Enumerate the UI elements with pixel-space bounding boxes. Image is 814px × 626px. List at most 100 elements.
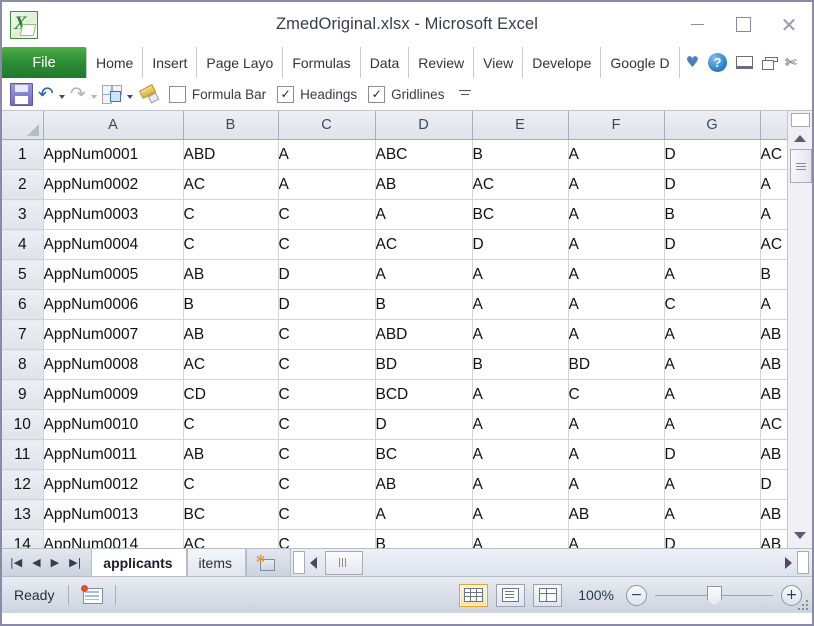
cell-a9[interactable]: AppNum0009 (43, 380, 183, 410)
cell-f1[interactable]: A (568, 140, 664, 170)
cell-e6[interactable]: A (472, 290, 568, 320)
tab-home[interactable]: Home (86, 47, 143, 78)
undo-icon[interactable]: ↶ (38, 85, 54, 104)
cell-b3[interactable]: C (183, 200, 278, 230)
resize-grip-icon[interactable] (798, 600, 810, 612)
zoom-slider-track[interactable] (655, 595, 773, 596)
zoom-out-button[interactable]: − (626, 585, 647, 606)
cell-d5[interactable]: A (375, 260, 472, 290)
column-header-b[interactable]: B (183, 111, 278, 140)
sheet-tab-items[interactable]: items (187, 549, 246, 576)
vertical-scroll-thumb[interactable] (790, 149, 812, 183)
cell-f8[interactable]: BD (568, 350, 664, 380)
redo-icon[interactable]: ↷ (70, 85, 86, 104)
row-header[interactable]: 12 (2, 470, 43, 500)
headings-checkbox-box[interactable]: ✓ (277, 86, 294, 103)
cell-d10[interactable]: D (375, 410, 472, 440)
cell-a3[interactable]: AppNum0003 (43, 200, 183, 230)
cell-e4[interactable]: D (472, 230, 568, 260)
tab-developer[interactable]: Develope (523, 47, 601, 78)
cell-c6[interactable]: D (278, 290, 375, 320)
cell-d6[interactable]: B (375, 290, 472, 320)
cell-c2[interactable]: A (278, 170, 375, 200)
cell-e1[interactable]: B (472, 140, 568, 170)
cell-b2[interactable]: AC (183, 170, 278, 200)
row-header[interactable]: 7 (2, 320, 43, 350)
split-box-horizontal[interactable] (797, 551, 809, 574)
cell-f10[interactable]: A (568, 410, 664, 440)
cell-f12[interactable]: A (568, 470, 664, 500)
sheet-view-icon[interactable] (102, 85, 122, 103)
tab-view[interactable]: View (474, 47, 523, 78)
cell-f13[interactable]: AB (568, 500, 664, 530)
cell-d3[interactable]: A (375, 200, 472, 230)
cell-g12[interactable]: A (664, 470, 760, 500)
heart-icon[interactable]: ♥ (686, 55, 699, 70)
horizontal-scrollbar[interactable] (290, 549, 812, 576)
gridlines-checkbox-box[interactable]: ✓ (368, 86, 385, 103)
cell-a10[interactable]: AppNum0010 (43, 410, 183, 440)
select-all-corner[interactable] (2, 111, 43, 140)
nav-prev-sheet-icon[interactable]: ◀ (32, 557, 40, 568)
redo-dropdown-icon[interactable] (91, 95, 97, 99)
column-header-a[interactable]: A (43, 111, 183, 140)
cell-c4[interactable]: C (278, 230, 375, 260)
cell-c3[interactable]: C (278, 200, 375, 230)
zoom-slider-thumb[interactable] (707, 586, 722, 606)
row-header[interactable]: 14 (2, 530, 43, 549)
cell-b7[interactable]: AB (183, 320, 278, 350)
cell-b10[interactable]: C (183, 410, 278, 440)
cell-b14[interactable]: AC (183, 530, 278, 549)
column-header-c[interactable]: C (278, 111, 375, 140)
scroll-down-button[interactable] (791, 526, 809, 544)
row-header[interactable]: 4 (2, 230, 43, 260)
cell-f3[interactable]: A (568, 200, 664, 230)
cell-a14[interactable]: AppNum0014 (43, 530, 183, 549)
cell-c11[interactable]: C (278, 440, 375, 470)
help-icon[interactable]: ? (708, 53, 727, 72)
cell-b8[interactable]: AC (183, 350, 278, 380)
cell-d2[interactable]: AB (375, 170, 472, 200)
row-header[interactable]: 13 (2, 500, 43, 530)
split-box-vertical[interactable] (791, 113, 810, 127)
cell-f2[interactable]: A (568, 170, 664, 200)
tab-data[interactable]: Data (361, 47, 410, 78)
cell-e13[interactable]: A (472, 500, 568, 530)
minimize-button[interactable] (674, 10, 720, 40)
tab-file[interactable]: File (2, 47, 86, 78)
cell-b13[interactable]: BC (183, 500, 278, 530)
cell-f5[interactable]: A (568, 260, 664, 290)
cell-b5[interactable]: AB (183, 260, 278, 290)
undo-dropdown-icon[interactable] (59, 95, 65, 99)
checkbox-formula-bar[interactable]: Formula Bar (169, 86, 266, 103)
row-header[interactable]: 11 (2, 440, 43, 470)
cell-d11[interactable]: BC (375, 440, 472, 470)
cell-e5[interactable]: A (472, 260, 568, 290)
tab-formulas[interactable]: Formulas (283, 47, 360, 78)
checkbox-gridlines[interactable]: ✓ Gridlines (368, 86, 444, 103)
cell-g3[interactable]: B (664, 200, 760, 230)
cell-g8[interactable]: A (664, 350, 760, 380)
cell-a4[interactable]: AppNum0004 (43, 230, 183, 260)
cell-a1[interactable]: AppNum0001 (43, 140, 183, 170)
column-header-e[interactable]: E (472, 111, 568, 140)
close-workbook-icon[interactable]: ✄ (785, 55, 797, 71)
cell-g10[interactable]: A (664, 410, 760, 440)
tab-review[interactable]: Review (409, 47, 474, 78)
cell-g7[interactable]: A (664, 320, 760, 350)
cell-f4[interactable]: A (568, 230, 664, 260)
cell-g11[interactable]: D (664, 440, 760, 470)
cell-g4[interactable]: D (664, 230, 760, 260)
page-break-view-button[interactable] (533, 584, 562, 607)
cell-b12[interactable]: C (183, 470, 278, 500)
cell-c1[interactable]: A (278, 140, 375, 170)
ribbon-minimize-icon[interactable] (736, 56, 753, 69)
cell-e9[interactable]: A (472, 380, 568, 410)
cell-a13[interactable]: AppNum0013 (43, 500, 183, 530)
nav-first-sheet-icon[interactable]: |◀ (10, 557, 22, 568)
cell-e3[interactable]: BC (472, 200, 568, 230)
cell-c12[interactable]: C (278, 470, 375, 500)
cell-d1[interactable]: ABC (375, 140, 472, 170)
cell-c10[interactable]: C (278, 410, 375, 440)
cell-d9[interactable]: BCD (375, 380, 472, 410)
